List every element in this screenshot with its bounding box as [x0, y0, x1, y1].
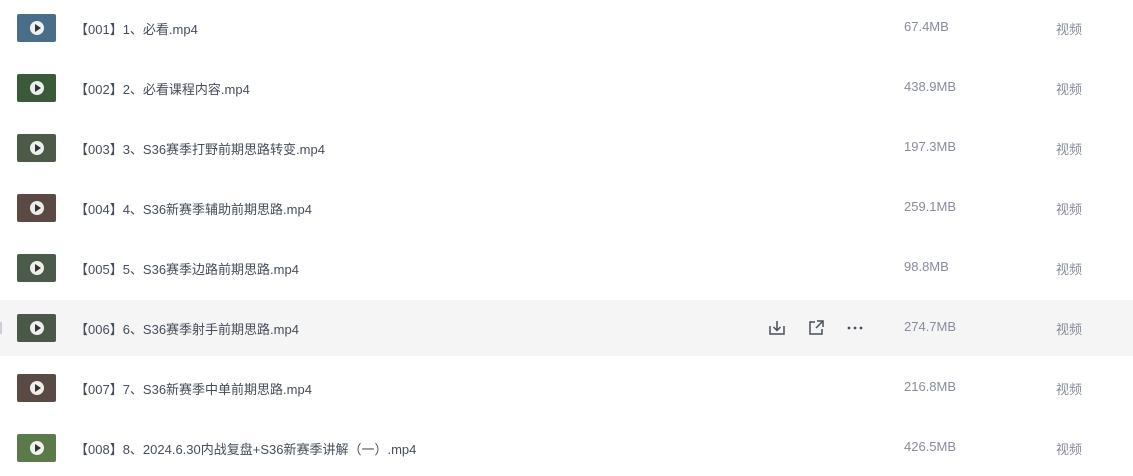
- play-icon: [30, 321, 44, 335]
- file-row[interactable]: 【005】5、S36赛季边路前期思路.mp4 98.8MB 视频: [0, 240, 1133, 296]
- file-size: 259.1MB: [904, 199, 957, 214]
- video-thumbnail[interactable]: [17, 434, 56, 462]
- video-thumbnail[interactable]: [17, 194, 56, 222]
- file-name[interactable]: 【001】1、必看.mp4: [75, 19, 198, 38]
- file-row-hovered[interactable]: 【006】6、S36赛季射手前期思路.mp4 274.7MB 视频: [0, 300, 1133, 356]
- file-size: 98.8MB: [904, 259, 949, 274]
- row-drag-handle[interactable]: [0, 322, 2, 334]
- play-icon: [30, 81, 44, 95]
- video-thumbnail[interactable]: [17, 254, 56, 282]
- video-thumbnail[interactable]: [17, 134, 56, 162]
- file-name[interactable]: 【003】3、S36赛季打野前期思路转变.mp4: [75, 139, 325, 158]
- share-icon[interactable]: [805, 317, 827, 339]
- file-name[interactable]: 【005】5、S36赛季边路前期思路.mp4: [75, 259, 299, 278]
- play-icon: [30, 21, 44, 35]
- file-row[interactable]: 【001】1、必看.mp4 67.4MB 视频: [0, 0, 1133, 56]
- video-thumbnail[interactable]: [17, 14, 56, 42]
- file-size: 274.7MB: [904, 319, 957, 334]
- download-icon[interactable]: [766, 317, 788, 339]
- file-type: 视频: [1056, 142, 1083, 157]
- file-type: 视频: [1056, 82, 1083, 97]
- file-name[interactable]: 【008】8、2024.6.30内战复盘+S36新赛季讲解（一）.mp4: [75, 439, 416, 458]
- file-type: 视频: [1056, 382, 1083, 397]
- file-size: 438.9MB: [904, 79, 957, 94]
- file-type: 视频: [1056, 22, 1083, 37]
- video-thumbnail[interactable]: [17, 314, 56, 342]
- file-type: 视频: [1056, 262, 1083, 277]
- file-type: 视频: [1056, 442, 1083, 457]
- row-actions: [766, 317, 866, 339]
- file-row[interactable]: 【008】8、2024.6.30内战复盘+S36新赛季讲解（一）.mp4 426…: [0, 420, 1133, 476]
- play-icon: [30, 201, 44, 215]
- file-list: 【001】1、必看.mp4 67.4MB 视频 【002】2、必看课程内容.mp…: [0, 0, 1133, 464]
- file-row[interactable]: 【007】7、S36新赛季中单前期思路.mp4 216.8MB 视频: [0, 360, 1133, 416]
- file-name[interactable]: 【007】7、S36新赛季中单前期思路.mp4: [75, 379, 312, 398]
- file-name[interactable]: 【004】4、S36新赛季辅助前期思路.mp4: [75, 199, 312, 218]
- file-name[interactable]: 【006】6、S36赛季射手前期思路.mp4: [75, 319, 299, 338]
- play-icon: [30, 381, 44, 395]
- file-size: 197.3MB: [904, 139, 957, 154]
- more-icon[interactable]: [844, 317, 866, 339]
- file-size: 216.8MB: [904, 379, 957, 394]
- file-name[interactable]: 【002】2、必看课程内容.mp4: [75, 79, 250, 98]
- file-row[interactable]: 【004】4、S36新赛季辅助前期思路.mp4 259.1MB 视频: [0, 180, 1133, 236]
- file-size: 67.4MB: [904, 19, 949, 34]
- play-icon: [30, 261, 44, 275]
- file-row[interactable]: 【003】3、S36赛季打野前期思路转变.mp4 197.3MB 视频: [0, 120, 1133, 176]
- file-size: 426.5MB: [904, 439, 957, 454]
- video-thumbnail[interactable]: [17, 74, 56, 102]
- file-row[interactable]: 【002】2、必看课程内容.mp4 438.9MB 视频: [0, 60, 1133, 116]
- video-thumbnail[interactable]: [17, 374, 56, 402]
- file-type: 视频: [1056, 202, 1083, 217]
- play-icon: [30, 441, 44, 455]
- play-icon: [30, 141, 44, 155]
- file-type: 视频: [1056, 322, 1083, 337]
